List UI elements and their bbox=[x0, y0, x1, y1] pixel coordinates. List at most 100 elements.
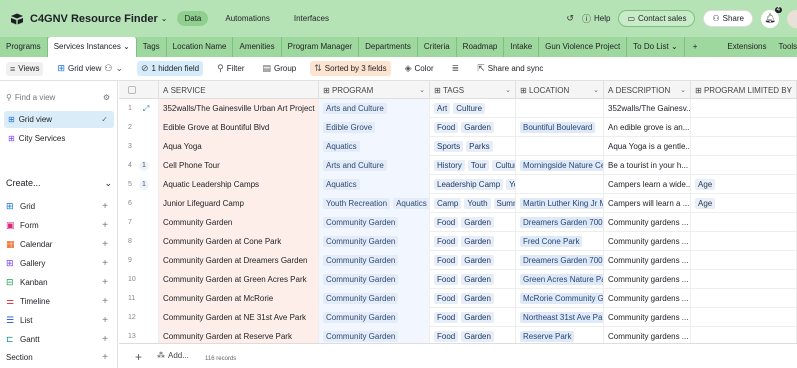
table-tab[interactable]: Programs bbox=[0, 37, 48, 57]
column-header-program-limited-by[interactable]: ⊞ PROGRAM LIMITED BY ⌄ bbox=[691, 81, 797, 99]
sort-button[interactable]: ⇅ Sorted by 3 fields bbox=[310, 61, 391, 76]
description-cell[interactable]: Community gardens ... bbox=[604, 308, 691, 327]
program-limited-by-cell[interactable] bbox=[691, 99, 797, 118]
tags-cell[interactable]: Art Culture bbox=[430, 99, 516, 118]
program-cell[interactable]: Community Garden bbox=[319, 270, 430, 289]
description-cell[interactable]: Community gardens ... bbox=[604, 232, 691, 251]
description-cell[interactable]: Community gardens ... bbox=[604, 251, 691, 270]
service-cell[interactable]: Community Garden at Dreamers Garden bbox=[159, 251, 319, 270]
table-row[interactable]: 9 Community Garden at Dreamers Garden Comm… bbox=[119, 251, 797, 270]
program-limited-by-cell[interactable] bbox=[691, 156, 797, 175]
location-cell[interactable]: Martin Luther King Jr Mu bbox=[516, 194, 604, 213]
description-cell[interactable]: Community gardens ... bbox=[604, 213, 691, 232]
program-limited-by-cell[interactable] bbox=[691, 232, 797, 251]
table-row[interactable]: 1 ⤢ 352walls/The Gainesville Urban Art Pro… bbox=[119, 99, 797, 118]
table-tab[interactable]: Departments bbox=[359, 37, 418, 57]
table-row[interactable]: 6 Junior Lifeguard Camp Youth Recreation Aq… bbox=[119, 194, 797, 213]
location-cell[interactable]: Morningside Nature Cen bbox=[516, 156, 604, 175]
description-cell[interactable]: 352walls/The Gainesv... bbox=[604, 99, 691, 118]
gear-icon[interactable]: ⚙ bbox=[103, 93, 110, 102]
tab-interfaces[interactable]: Interfaces bbox=[287, 11, 336, 26]
table-row[interactable]: 2 Edible Grove at Bountiful Blvd Edible Gr… bbox=[119, 118, 797, 137]
row-number-cell[interactable]: 10 bbox=[119, 270, 159, 289]
service-cell[interactable]: Junior Lifeguard Camp bbox=[159, 194, 319, 213]
description-cell[interactable]: An edible grove is an... bbox=[604, 118, 691, 137]
column-header-tags[interactable]: ⊞ TAGS ⌄ bbox=[430, 81, 516, 99]
table-tab[interactable]: To Do List ⌄ bbox=[627, 37, 685, 57]
location-cell[interactable]: Green Acres Nature Park bbox=[516, 270, 604, 289]
row-number-cell[interactable]: 12 bbox=[119, 308, 159, 327]
program-cell[interactable]: Aquatics bbox=[319, 175, 430, 194]
program-limited-by-cell[interactable] bbox=[691, 118, 797, 137]
location-cell[interactable] bbox=[516, 175, 604, 194]
find-view-input[interactable]: Find a view bbox=[15, 93, 55, 102]
base-name[interactable]: C4GNV Resource Finder bbox=[30, 13, 158, 25]
tags-cell[interactable]: FoodGarden bbox=[430, 213, 516, 232]
table-tab[interactable]: Gun Violence Project bbox=[539, 37, 628, 57]
tags-cell[interactable]: FoodGarden bbox=[430, 232, 516, 251]
tools-button[interactable]: Tools bbox=[773, 37, 797, 57]
sidebar-view-grid[interactable]: ⊞ Grid view ✓ bbox=[4, 111, 114, 128]
create-form-view[interactable]: ▣ Form + bbox=[6, 217, 112, 233]
tags-cell[interactable]: HistoryTourCulture bbox=[430, 156, 516, 175]
description-cell[interactable]: Campers will learn a ... bbox=[604, 194, 691, 213]
table-tab[interactable]: Intake bbox=[504, 37, 540, 57]
table-row[interactable]: 11 Community Garden at McRorie Community G… bbox=[119, 289, 797, 308]
program-cell[interactable]: Community Garden bbox=[319, 251, 430, 270]
table-tab[interactable]: Tags bbox=[137, 37, 167, 57]
row-number-cell[interactable]: 9 bbox=[119, 251, 159, 270]
extensions-button[interactable]: Extensions bbox=[721, 37, 772, 57]
tags-cell[interactable]: Sports Parks bbox=[430, 137, 516, 156]
description-cell[interactable]: Community gardens ... bbox=[604, 289, 691, 308]
select-all-checkbox[interactable] bbox=[119, 81, 159, 99]
program-cell[interactable]: Community Garden bbox=[319, 308, 430, 327]
table-row[interactable]: 4 1 Cell Phone Tour Arts and Culture History… bbox=[119, 156, 797, 175]
program-limited-by-cell[interactable]: Age bbox=[691, 175, 797, 194]
row-height-button[interactable]: ≣ bbox=[448, 61, 464, 76]
row-number-cell[interactable]: 2 bbox=[119, 118, 159, 137]
service-cell[interactable]: Aquatic Leadership Camps bbox=[159, 175, 319, 194]
chevron-down-icon[interactable]: ⌄ bbox=[161, 14, 168, 23]
hide-fields-button[interactable]: ⊘ 1 hidden field bbox=[136, 61, 204, 76]
share-button[interactable]: ⚇ Share bbox=[703, 10, 753, 27]
location-cell[interactable]: Bountiful Boulevard bbox=[516, 118, 604, 137]
row-number-cell[interactable]: 3 bbox=[119, 137, 159, 156]
column-header-service[interactable]: A SERVICE bbox=[159, 81, 319, 99]
row-number-cell[interactable]: 51 bbox=[119, 175, 159, 194]
create-view-header[interactable]: Create... ⌄ bbox=[6, 178, 112, 189]
add-record-button[interactable]: ⁂ Add... bbox=[157, 351, 189, 360]
location-cell[interactable] bbox=[516, 99, 604, 118]
tags-cell[interactable]: FoodGarden bbox=[430, 289, 516, 308]
description-cell[interactable]: Community gardens ... bbox=[604, 270, 691, 289]
location-cell[interactable] bbox=[516, 137, 604, 156]
program-cell[interactable]: Arts and Culture bbox=[319, 99, 430, 118]
program-cell[interactable]: Edible Grove bbox=[319, 118, 430, 137]
table-tab[interactable]: Location Name bbox=[167, 37, 234, 57]
tags-cell[interactable]: CampYouthSummer bbox=[430, 194, 516, 213]
create-section[interactable]: Section + bbox=[6, 349, 112, 365]
row-number-cell[interactable]: 6 bbox=[119, 194, 159, 213]
row-number-cell[interactable]: 1 ⤢ bbox=[119, 99, 159, 118]
table-row[interactable]: 10 Community Garden at Green Acres Park Co… bbox=[119, 270, 797, 289]
table-tab[interactable]: Criteria bbox=[418, 37, 457, 57]
tab-automations[interactable]: Automations bbox=[218, 11, 276, 26]
table-row[interactable]: 8 Community Garden at Cone Park Community … bbox=[119, 232, 797, 251]
table-row[interactable]: 7 Community Garden Community Garden Food Gar… bbox=[119, 213, 797, 232]
program-limited-by-cell[interactable] bbox=[691, 213, 797, 232]
create-timeline-view[interactable]: ⚌ Timeline + bbox=[6, 293, 112, 309]
service-cell[interactable]: Community Garden at Cone Park bbox=[159, 232, 319, 251]
service-cell[interactable]: Community Garden at McRorie bbox=[159, 289, 319, 308]
program-cell[interactable]: Community Garden bbox=[319, 289, 430, 308]
create-kanban-view[interactable]: ⊟ Kanban + bbox=[6, 274, 112, 290]
location-cell[interactable]: McRorie Community Gar bbox=[516, 289, 604, 308]
airtable-logo-icon[interactable] bbox=[10, 13, 24, 25]
column-header-program[interactable]: ⊞ PROGRAM ⌄ bbox=[319, 81, 430, 99]
program-cell[interactable]: Community Garden bbox=[319, 232, 430, 251]
tags-cell[interactable]: FoodGarden bbox=[430, 118, 516, 137]
program-cell[interactable]: Community Garden bbox=[319, 213, 430, 232]
service-cell[interactable]: Community Garden bbox=[159, 213, 319, 232]
service-cell[interactable]: 352walls/The Gainesville Urban Art Proje… bbox=[159, 99, 319, 118]
row-number-cell[interactable]: 8 bbox=[119, 232, 159, 251]
find-view-search[interactable]: ⚲ Find a view ⚙ bbox=[6, 89, 112, 105]
avatar[interactable] bbox=[787, 9, 797, 28]
